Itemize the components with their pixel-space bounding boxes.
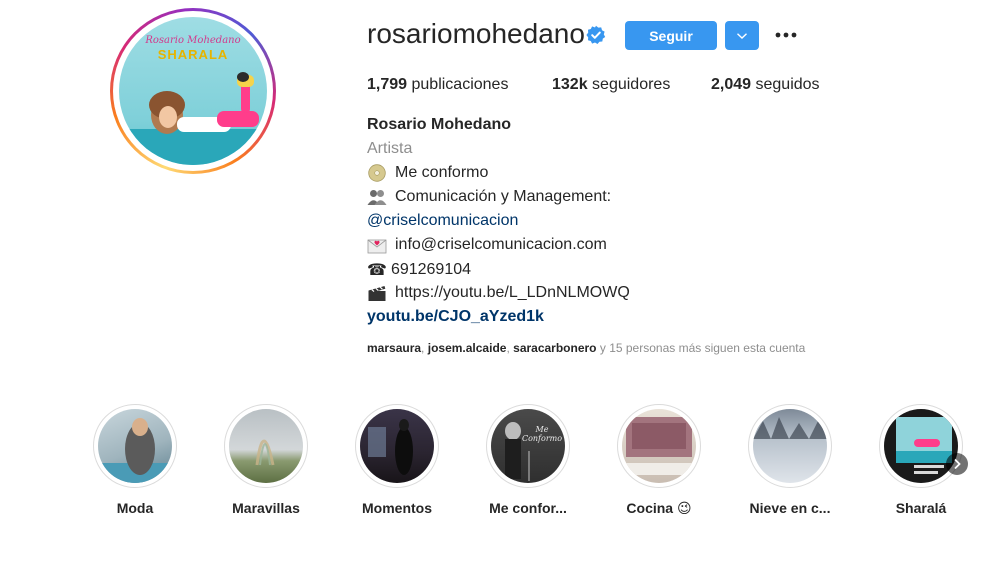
highlight-cocina[interactable]: Cocina 😉 — [617, 404, 701, 516]
bio-line-disc: Me conformo — [367, 164, 488, 182]
highlight-thumbnail — [360, 409, 434, 483]
highlight-thumbnail — [98, 409, 172, 483]
posts-count: 1,799 publicaciones — [367, 76, 509, 93]
highlight-momentos[interactable]: Momentos — [355, 404, 439, 516]
people-icon — [367, 190, 387, 205]
clapperboard-icon — [368, 286, 386, 301]
highlight-maravillas[interactable]: Maravillas — [224, 404, 308, 516]
suggestions-dropdown-button[interactable] — [725, 21, 759, 50]
highlight-thumbnail — [884, 409, 958, 483]
following-link[interactable]: 2,049 seguidos — [711, 76, 820, 94]
avatar-artwork — [119, 72, 267, 165]
avatar-image: Rosario Mohedano SHARALA — [119, 17, 267, 165]
bio-line-phone: ☎ 691269104 — [367, 261, 472, 279]
profile-full-name: Rosario Mohedano — [367, 116, 512, 133]
profile-username: rosariomohedano — [367, 18, 585, 49]
highlight-thumbnail — [229, 409, 303, 483]
bio-line-video: https://youtu.be/L_LDnNLMOWQ — [367, 284, 630, 302]
profile-category: Artista — [367, 140, 413, 157]
highlight-me-conformo[interactable]: Me Conformo Me confor... — [486, 404, 570, 516]
disc-icon — [368, 164, 386, 182]
followers-link[interactable]: 132k seguidores — [552, 76, 670, 94]
followed-by-text[interactable]: marsaura, josem.alcaide, saracarbonero y… — [367, 341, 805, 355]
highlight-thumbnail — [622, 409, 696, 483]
highlight-nieve[interactable]: Nieve en c... — [748, 404, 832, 516]
verified-badge-icon — [586, 25, 606, 44]
bio-mention[interactable]: @criselcomunicacion — [367, 212, 518, 230]
envelope-icon — [367, 239, 387, 254]
follow-button[interactable]: Seguir — [625, 21, 717, 50]
highlight-thumbnail — [753, 409, 827, 483]
highlights-next-button[interactable] — [946, 453, 968, 475]
highlight-moda[interactable]: Moda — [93, 404, 177, 516]
highlight-thumbnail: Me Conformo — [491, 409, 565, 483]
chevron-right-icon — [954, 458, 961, 470]
more-options-icon — [775, 32, 797, 38]
more-options-button[interactable] — [773, 23, 799, 47]
highlight-sharala[interactable]: Sharalá — [879, 404, 963, 516]
highlight-thumbnail-text: Me Conformo — [521, 425, 563, 443]
bio-line-management: Comunicación y Management: — [367, 188, 611, 206]
phone-icon: ☎ — [367, 262, 387, 279]
profile-avatar[interactable]: Rosario Mohedano SHARALA — [110, 8, 276, 174]
chevron-down-icon — [737, 32, 747, 39]
bio-line-email: info@criselcomunicacion.com — [367, 236, 607, 254]
bio-website-link[interactable]: youtu.be/CJO_aYzed1k — [367, 308, 544, 326]
